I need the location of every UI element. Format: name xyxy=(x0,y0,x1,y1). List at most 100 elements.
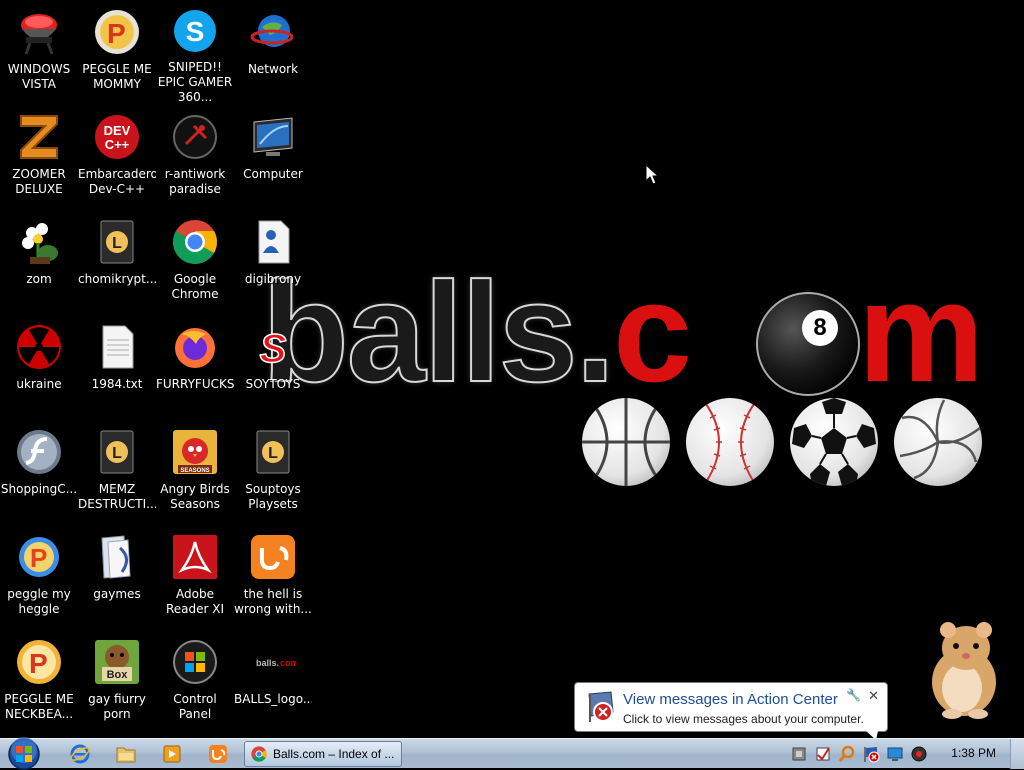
desktop-icon-computer[interactable]: Computer xyxy=(234,107,312,207)
desktop-icon-google-chrome[interactable]: Google Chrome xyxy=(156,212,234,312)
icon-label: FURRYFUCKS xyxy=(156,377,234,391)
folder-icon xyxy=(93,533,141,581)
radiation-icon xyxy=(15,323,63,371)
taskbar-pin-uc-browser[interactable] xyxy=(198,741,238,767)
desktop-icon-peggle-my-heggle[interactable]: P peggle my heggle xyxy=(0,527,78,627)
icon-label: Souptoys Playsets xyxy=(245,482,301,511)
show-desktop-button[interactable] xyxy=(1010,739,1024,769)
usb-icon[interactable] xyxy=(790,745,808,763)
volleyball-icon xyxy=(894,398,982,486)
svg-text:L: L xyxy=(268,445,278,462)
icon-label: ukraine xyxy=(16,377,62,391)
desktop-icon-digibrony[interactable]: digibrony xyxy=(234,212,312,312)
desktop-icon-1984-txt[interactable]: 1984.txt xyxy=(78,317,156,417)
desktop-icon-shoppingc[interactable]: ShoppingC... xyxy=(0,422,78,522)
desktop-icon-ukraine[interactable]: ukraine xyxy=(0,317,78,417)
system-tray xyxy=(790,744,934,764)
taskbar-pin-explorer[interactable] xyxy=(106,741,146,767)
desktop-icon-gay-fiurry[interactable]: Box gay fiurry porn xyxy=(78,632,156,732)
volume-tray-icon[interactable] xyxy=(910,745,928,763)
svg-text:L: L xyxy=(112,235,122,252)
icon-label: gay fiurry porn xyxy=(88,692,146,721)
svg-text:C++: C++ xyxy=(105,137,130,152)
soytoys-s-icon: S xyxy=(249,323,297,371)
desktop-icon-r-antiwork[interactable]: r-antiwork paradise xyxy=(156,107,234,207)
shortcut-l-icon: L xyxy=(93,218,141,266)
icon-label: BALLS_logo... xyxy=(234,692,312,706)
icon-label: WINDOWS VISTA xyxy=(7,62,71,91)
desktop-icon-soytoys[interactable]: S SOYTOYS xyxy=(234,317,312,417)
uc-browser-icon xyxy=(249,533,297,581)
desktop-icon-chomikrypt[interactable]: L chomikrypt... xyxy=(78,212,156,312)
desktop-icon-sniped[interactable]: S SNIPED!! EPIC GAMER 360... xyxy=(156,2,234,102)
svg-text:P: P xyxy=(30,543,47,573)
svg-text:P: P xyxy=(107,18,126,49)
internet-explorer-icon xyxy=(70,744,90,764)
icon-label: ShoppingC... xyxy=(0,482,78,496)
firefox-icon xyxy=(171,323,219,371)
hamster-icon xyxy=(932,622,996,719)
text-file-icon xyxy=(93,323,141,371)
icon-label: chomikrypt... xyxy=(78,272,156,286)
desktop-icon-windows-vista[interactable]: WINDOWS VISTA xyxy=(0,2,78,102)
icon-label: SNIPED!! EPIC GAMER 360... xyxy=(157,60,233,102)
icon-label: zom xyxy=(26,272,52,286)
beaver-box-icon: Box xyxy=(93,638,141,686)
desktop-icon-souptoys[interactable]: L Souptoys Playsets xyxy=(234,422,312,522)
icon-label: Google Chrome xyxy=(171,272,219,301)
taskbar-clock[interactable]: 1:38 PM xyxy=(951,746,996,760)
zuma-icon xyxy=(15,113,63,161)
taskbar-pin-internet-explorer[interactable] xyxy=(60,741,100,767)
desktop-icon-embarcadero-devcpp[interactable]: DEV C++ Embarcadero Dev-C++ xyxy=(78,107,156,207)
notification-title[interactable]: View messages in Action Center xyxy=(623,691,838,708)
desktop-icon-furryfucks[interactable]: FURRYFUCKS xyxy=(156,317,234,417)
icon-label: SOYTOYS xyxy=(245,377,301,391)
icon-label: the hell is wrong with... xyxy=(234,587,312,616)
desktop-icon-adobe-reader[interactable]: Adobe Reader XI xyxy=(156,527,234,627)
icon-label: digibrony xyxy=(244,272,302,286)
mouse-cursor-icon xyxy=(645,164,659,185)
desktop-icon-the-hell-is-wrong[interactable]: the hell is wrong with... xyxy=(234,527,312,627)
control-panel-icon xyxy=(171,638,219,686)
action-center-flag-icon xyxy=(588,691,614,722)
taskbar-pin-media-player[interactable] xyxy=(152,741,192,767)
taskbar-task-chrome[interactable]: Balls.com – Index of ... xyxy=(244,741,402,767)
icon-label: Adobe Reader XI xyxy=(165,587,225,616)
notification-text: Click to view messages about your comput… xyxy=(623,712,864,726)
desktop-icon-zoomer-deluxe[interactable]: ZOOMER DELUXE xyxy=(0,107,78,207)
desktop-icon-gaymes[interactable]: gaymes xyxy=(78,527,156,627)
taskbar: Balls.com – Index of ... 1:38 PM xyxy=(0,736,1024,770)
shortcut-l-icon: L xyxy=(249,428,297,476)
chrome-icon xyxy=(171,218,219,266)
desktop-icon-peggle-me-neckbea[interactable]: P PEGGLE ME NECKBEA... xyxy=(0,632,78,732)
icon-label: Network xyxy=(247,62,299,76)
search-tray-icon[interactable] xyxy=(838,745,856,763)
adobe-reader-icon xyxy=(171,533,219,581)
checkbox-icon[interactable] xyxy=(814,745,832,763)
desktop-icon-angry-birds[interactable]: SEASONS Angry Birds Seasons xyxy=(156,422,234,522)
action-center-notification[interactable]: View messages in Action Center Click to … xyxy=(574,682,888,738)
action-center-flag-icon[interactable] xyxy=(862,745,880,763)
desktop[interactable]: balls.c m xyxy=(0,0,1024,738)
desktop-icon-zom[interactable]: zom xyxy=(0,212,78,312)
notification-settings-icon[interactable]: 🔧 xyxy=(846,688,861,702)
notification-close-button[interactable]: ✕ xyxy=(868,689,879,704)
start-button[interactable] xyxy=(4,736,44,770)
uc-browser-icon xyxy=(209,745,227,763)
network-tray-icon[interactable] xyxy=(886,745,904,763)
svg-text:L: L xyxy=(112,445,122,462)
desktop-icon-balls-logo[interactable]: balls. com BALLS_logo... xyxy=(234,632,312,732)
grill-icon xyxy=(15,8,63,56)
devcpp-icon: DEV C++ xyxy=(93,113,141,161)
desktop-icon-peggle-me-mommy[interactable]: P PEGGLE ME MOMMY xyxy=(78,2,156,102)
icon-label: peggle my heggle xyxy=(7,587,71,616)
desktop-icon-control-panel[interactable]: Control Panel xyxy=(156,632,234,732)
desktop-icon-memz[interactable]: L MEMZ DESTRUCTI... xyxy=(78,422,156,522)
wallpaper-logo-text: balls.c xyxy=(261,253,692,412)
icon-label: gaymes xyxy=(93,587,141,601)
network-globe-icon xyxy=(249,8,297,56)
skype-icon: S xyxy=(171,8,219,54)
desktop-icon-network[interactable]: Network xyxy=(234,2,312,102)
shortcut-l-icon: L xyxy=(93,428,141,476)
baseball-icon xyxy=(686,398,774,486)
